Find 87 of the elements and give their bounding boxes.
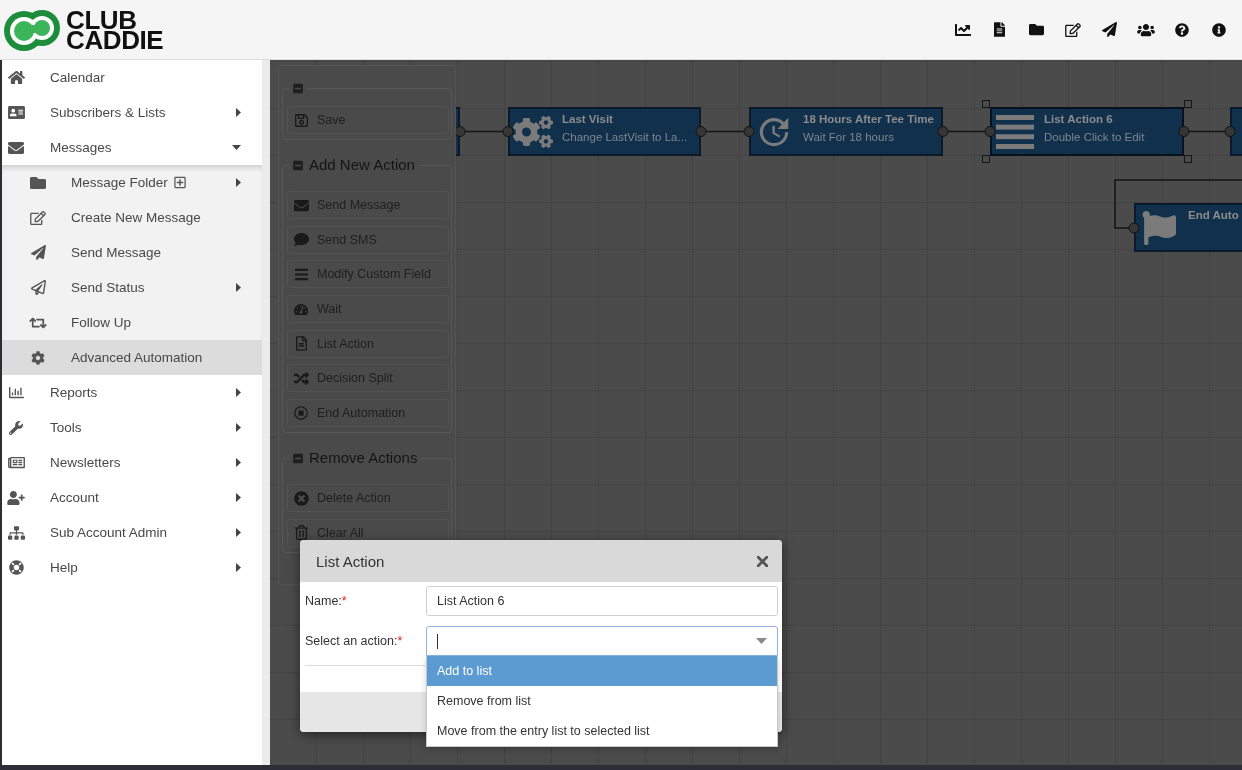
home-icon — [7, 70, 25, 85]
dropdown-option[interactable]: Move from the entry list to selected list — [427, 716, 777, 746]
dropdown-option[interactable]: Remove from list — [427, 686, 777, 716]
sidebar-item[interactable]: Follow Up — [2, 305, 262, 340]
trash-icon — [294, 525, 308, 541]
paper-plane-icon — [30, 245, 46, 260]
sidebar-item[interactable]: Reports — [2, 375, 262, 410]
sidebar-item[interactable]: Sub Account Admin — [2, 515, 262, 550]
node-title: 18 Hours After Tee Time — [803, 112, 934, 126]
sidebar-item[interactable]: Message Folder — [2, 165, 262, 200]
field-label: Select an action:* — [305, 634, 404, 648]
close-icon — [757, 555, 768, 567]
connector-port[interactable] — [984, 126, 996, 137]
node-subtitle: Change LastVisit to La... — [562, 130, 688, 144]
sidebar-item[interactable]: Help — [2, 550, 262, 585]
bar-chart-icon — [8, 385, 24, 400]
info-icon[interactable] — [1212, 22, 1226, 37]
resize-handle[interactable] — [1184, 155, 1192, 163]
connector-port[interactable] — [1224, 126, 1236, 137]
gauge-icon — [294, 302, 308, 316]
sidebar-item[interactable]: Send Status — [2, 270, 262, 305]
shuffle-icon — [293, 370, 309, 386]
paper-plane-icon[interactable] — [1101, 22, 1117, 37]
field-label: Name:* — [305, 594, 348, 608]
sidebar-item[interactable]: Newsletters — [2, 445, 262, 480]
list-icon — [996, 114, 1034, 149]
gear-icon — [31, 350, 45, 365]
stop-icon — [294, 406, 308, 421]
connector-port[interactable] — [743, 126, 755, 137]
flow-node[interactable] — [1230, 107, 1242, 156]
folder-icon[interactable] — [1028, 22, 1044, 37]
contact-card-icon — [7, 105, 25, 120]
connector-port[interactable] — [1128, 222, 1140, 234]
document-icon[interactable] — [993, 22, 1005, 37]
sitemap-icon — [7, 525, 25, 540]
connector-port[interactable] — [695, 126, 707, 137]
resize-handle[interactable] — [982, 155, 990, 163]
repeat-icon — [29, 315, 47, 330]
help-icon[interactable] — [1175, 22, 1190, 37]
node-title: List Action 6 — [1044, 112, 1114, 126]
users-icon[interactable] — [1136, 22, 1155, 37]
user-plus-icon — [7, 490, 25, 505]
node-subtitle: Double Click to Edit — [1044, 130, 1145, 144]
sidebar-item[interactable]: Calendar — [2, 60, 262, 95]
chart-line-icon[interactable] — [954, 21, 971, 38]
flow-node[interactable]: Last Visit Change LastVisit to La... — [508, 107, 701, 156]
folder-icon — [30, 174, 46, 191]
node-subtitle: Wait For 18 hours — [803, 130, 895, 144]
caret-down-icon — [756, 638, 767, 644]
connector-port[interactable] — [1178, 126, 1190, 137]
sidebar-item[interactable]: Subscribers & Lists — [2, 95, 262, 130]
gears-icon — [513, 115, 553, 148]
envelope-icon — [8, 139, 24, 156]
resize-handle[interactable] — [1184, 100, 1192, 108]
lines-icon — [294, 266, 308, 282]
newspaper-icon — [7, 455, 25, 470]
sidebar-item[interactable]: Advanced Automation — [2, 340, 262, 375]
dialog-title: List Action — [316, 552, 385, 570]
text-cursor — [437, 633, 438, 649]
edit-icon — [30, 210, 46, 225]
sidebar-item[interactable]: Create New Message — [2, 200, 262, 235]
paper-plane-icon — [30, 280, 46, 295]
life-ring-icon — [8, 560, 24, 575]
flow-node[interactable]: End Auto — [1134, 203, 1242, 252]
node-title: Last Visit — [562, 112, 614, 126]
sidebar-item[interactable]: Messages — [2, 130, 262, 165]
action-select[interactable] — [426, 626, 778, 656]
flow-node[interactable]: List Action 6 Double Click to Edit — [990, 107, 1184, 156]
close-button[interactable] — [757, 555, 768, 567]
resize-handle[interactable] — [982, 100, 990, 108]
envelope-icon — [293, 197, 309, 213]
connector-port[interactable] — [937, 126, 949, 137]
flag-icon — [1142, 210, 1176, 245]
speech-bubble-icon — [293, 232, 309, 248]
sidebar-item[interactable]: Account — [2, 480, 262, 515]
logo-text: CADDIE — [66, 29, 164, 50]
document-icon — [295, 336, 307, 352]
edit-icon[interactable] — [1064, 22, 1081, 37]
logo-icon — [3, 7, 61, 52]
connector-port[interactable] — [502, 126, 514, 137]
logo-text: CLUB — [66, 9, 137, 30]
sidebar-item[interactable]: Send Message — [2, 235, 262, 270]
sidebar-item[interactable]: Tools — [2, 410, 262, 445]
wrench-icon — [9, 420, 23, 435]
node-title: End Auto — [1188, 208, 1239, 222]
flow-node[interactable]: 18 Hours After Tee Time Wait For 18 hours — [749, 107, 943, 156]
name-input[interactable]: List Action 6 — [426, 586, 778, 616]
